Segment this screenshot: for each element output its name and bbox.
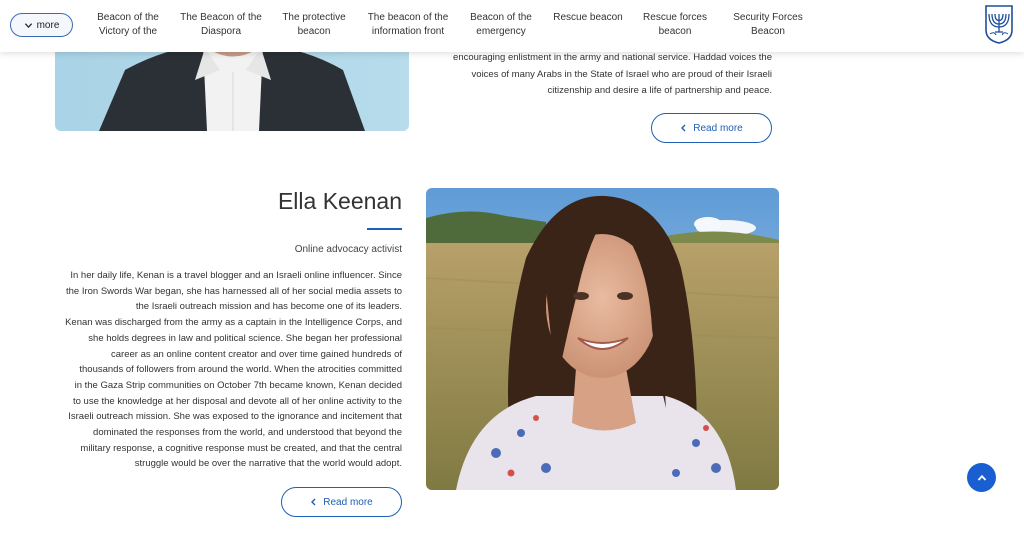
scroll-to-top-button[interactable]	[967, 463, 996, 492]
menorah-emblem-icon[interactable]	[984, 4, 1014, 44]
nav-item-rescue-forces[interactable]: Rescue forces beacon	[640, 11, 710, 41]
profile-read-more-button[interactable]: Read more	[281, 487, 402, 517]
text-line: encouraging enlistment in the army and n…	[453, 52, 772, 63]
nav-item-victory[interactable]: Beacon of the Victory of the	[93, 11, 163, 41]
name-underline	[367, 228, 402, 230]
nav-item-protective[interactable]: The protective beacon	[278, 11, 350, 41]
nav-item-rescue[interactable]: Rescue beacon	[552, 11, 624, 41]
bio-line: struggle would be over the narrative tha…	[134, 458, 402, 470]
bio-line: In her daily life, Kenan is a travel blo…	[70, 270, 402, 281]
text-line: voices of many Arabs in the State of Isr…	[471, 68, 772, 80]
bio-line: the Iron Swords War began, she has harne…	[65, 285, 402, 297]
nav-item-information-front[interactable]: The beacon of the information front	[366, 11, 450, 41]
previous-read-more-button[interactable]: Read more	[651, 113, 772, 143]
bio-line: in the Gaza Strip communities on October…	[74, 379, 402, 391]
bio-line: dominated the responses from the world, …	[93, 427, 402, 439]
bio-line: career as an online content creator and …	[111, 348, 402, 360]
read-more-label: Read more	[693, 122, 743, 134]
bio-line: she holds degrees in law and political s…	[88, 332, 402, 344]
nav-item-diaspora[interactable]: The Beacon of the Diaspora	[180, 11, 262, 41]
previous-profile-text: encouraging enlistment in the army and n…	[420, 50, 772, 100]
more-label: more	[36, 19, 60, 31]
nav-item-emergency[interactable]: Beacon of the emergency	[466, 11, 536, 41]
profile-bio: In her daily life, Kenan is a travel blo…	[58, 268, 402, 472]
profile-role: Online advocacy activist	[294, 244, 402, 255]
previous-profile-photo	[55, 40, 409, 131]
read-more-label: Read more	[323, 496, 373, 508]
chevron-down-icon	[24, 22, 32, 28]
chevron-left-icon	[681, 124, 686, 132]
bio-line: the Israeli outreach mission and has bec…	[135, 301, 402, 313]
more-menu-button[interactable]: more	[10, 13, 73, 37]
chevron-up-icon	[977, 474, 986, 481]
bio-line: to use the knowledge at her disposal and…	[72, 395, 402, 407]
chevron-left-icon	[311, 498, 316, 506]
bio-line: Israeli outreach mission. She was expose…	[68, 411, 402, 423]
profile-photo	[426, 188, 779, 490]
nav-item-security-forces[interactable]: Security Forces Beacon	[727, 11, 809, 41]
bio-line: Kenan was discharged from the army as a …	[65, 317, 402, 329]
top-nav: more Beacon of the Victory of the The Be…	[0, 0, 1024, 52]
bio-line: military response, a cognitive response …	[80, 442, 402, 454]
bio-line: thousands of followers from around the w…	[79, 364, 402, 376]
text-line: citizenship and desire a life of partner…	[547, 85, 772, 96]
profile-name: Ella Keenan	[277, 188, 402, 214]
